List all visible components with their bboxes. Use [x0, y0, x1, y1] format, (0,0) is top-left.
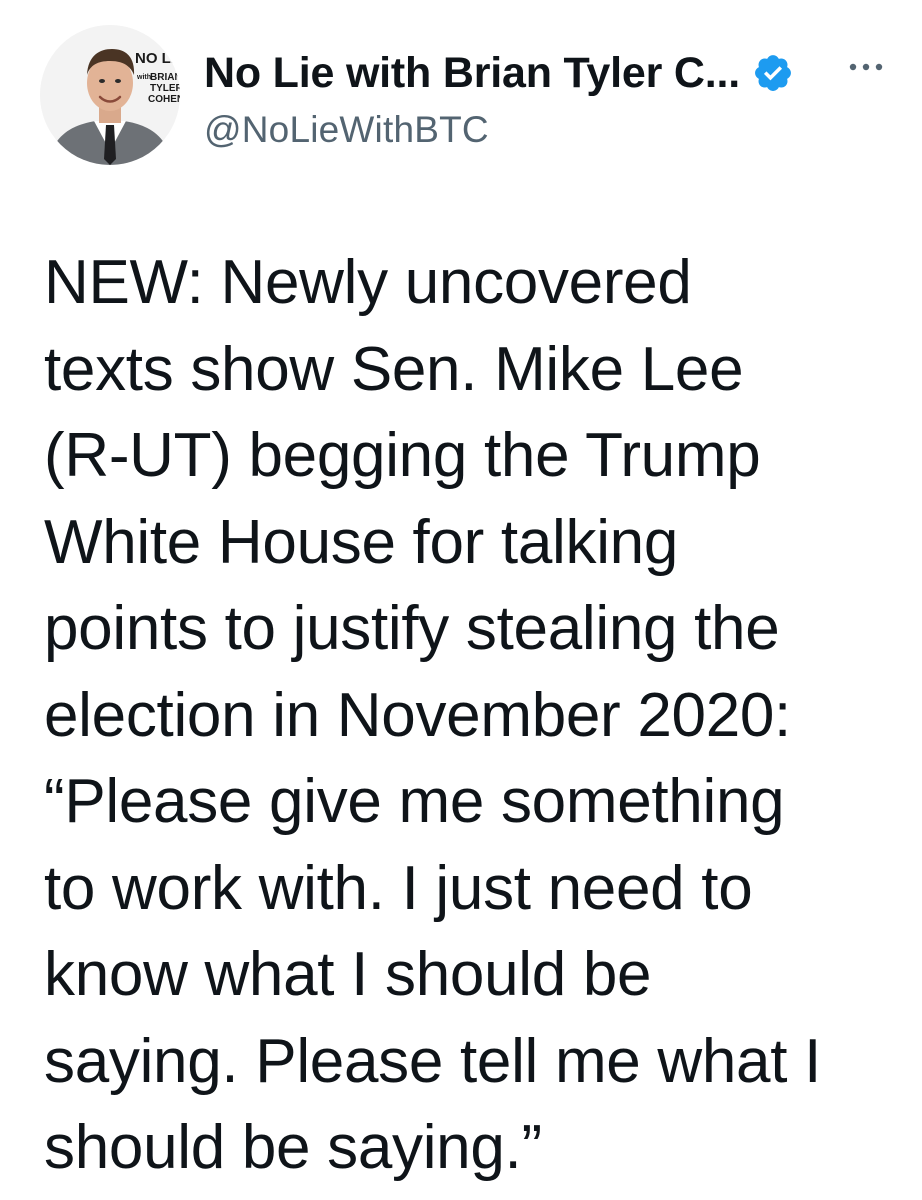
avatar-logo-line2: with [136, 74, 151, 81]
author-handle[interactable]: @NoLieWithBTC [204, 109, 489, 151]
verified-badge-icon [752, 52, 794, 94]
avatar-logo-line3: BRIAN [150, 72, 180, 83]
more-options-icon[interactable] [846, 55, 886, 79]
avatar-image: NO LIE with BRIAN TYLER COHEN [40, 25, 180, 165]
tweet-header: NO LIE with BRIAN TYLER COHEN No Lie wit… [40, 25, 890, 170]
avatar[interactable]: NO LIE with BRIAN TYLER COHEN [40, 25, 180, 165]
author-display-name[interactable]: No Lie with Brian Tyler C... [204, 49, 740, 98]
avatar-logo-line5: COHEN [148, 94, 180, 105]
tweet-card: NO LIE with BRIAN TYLER COHEN No Lie wit… [0, 0, 922, 1200]
author-name-row[interactable]: No Lie with Brian Tyler C... [204, 43, 794, 103]
avatar-logo-line1: NO LIE [135, 50, 180, 67]
tweet-text: NEW: Newly uncovered texts show Sen. Mik… [44, 248, 822, 1182]
avatar-logo-line4: TYLER [150, 83, 180, 94]
